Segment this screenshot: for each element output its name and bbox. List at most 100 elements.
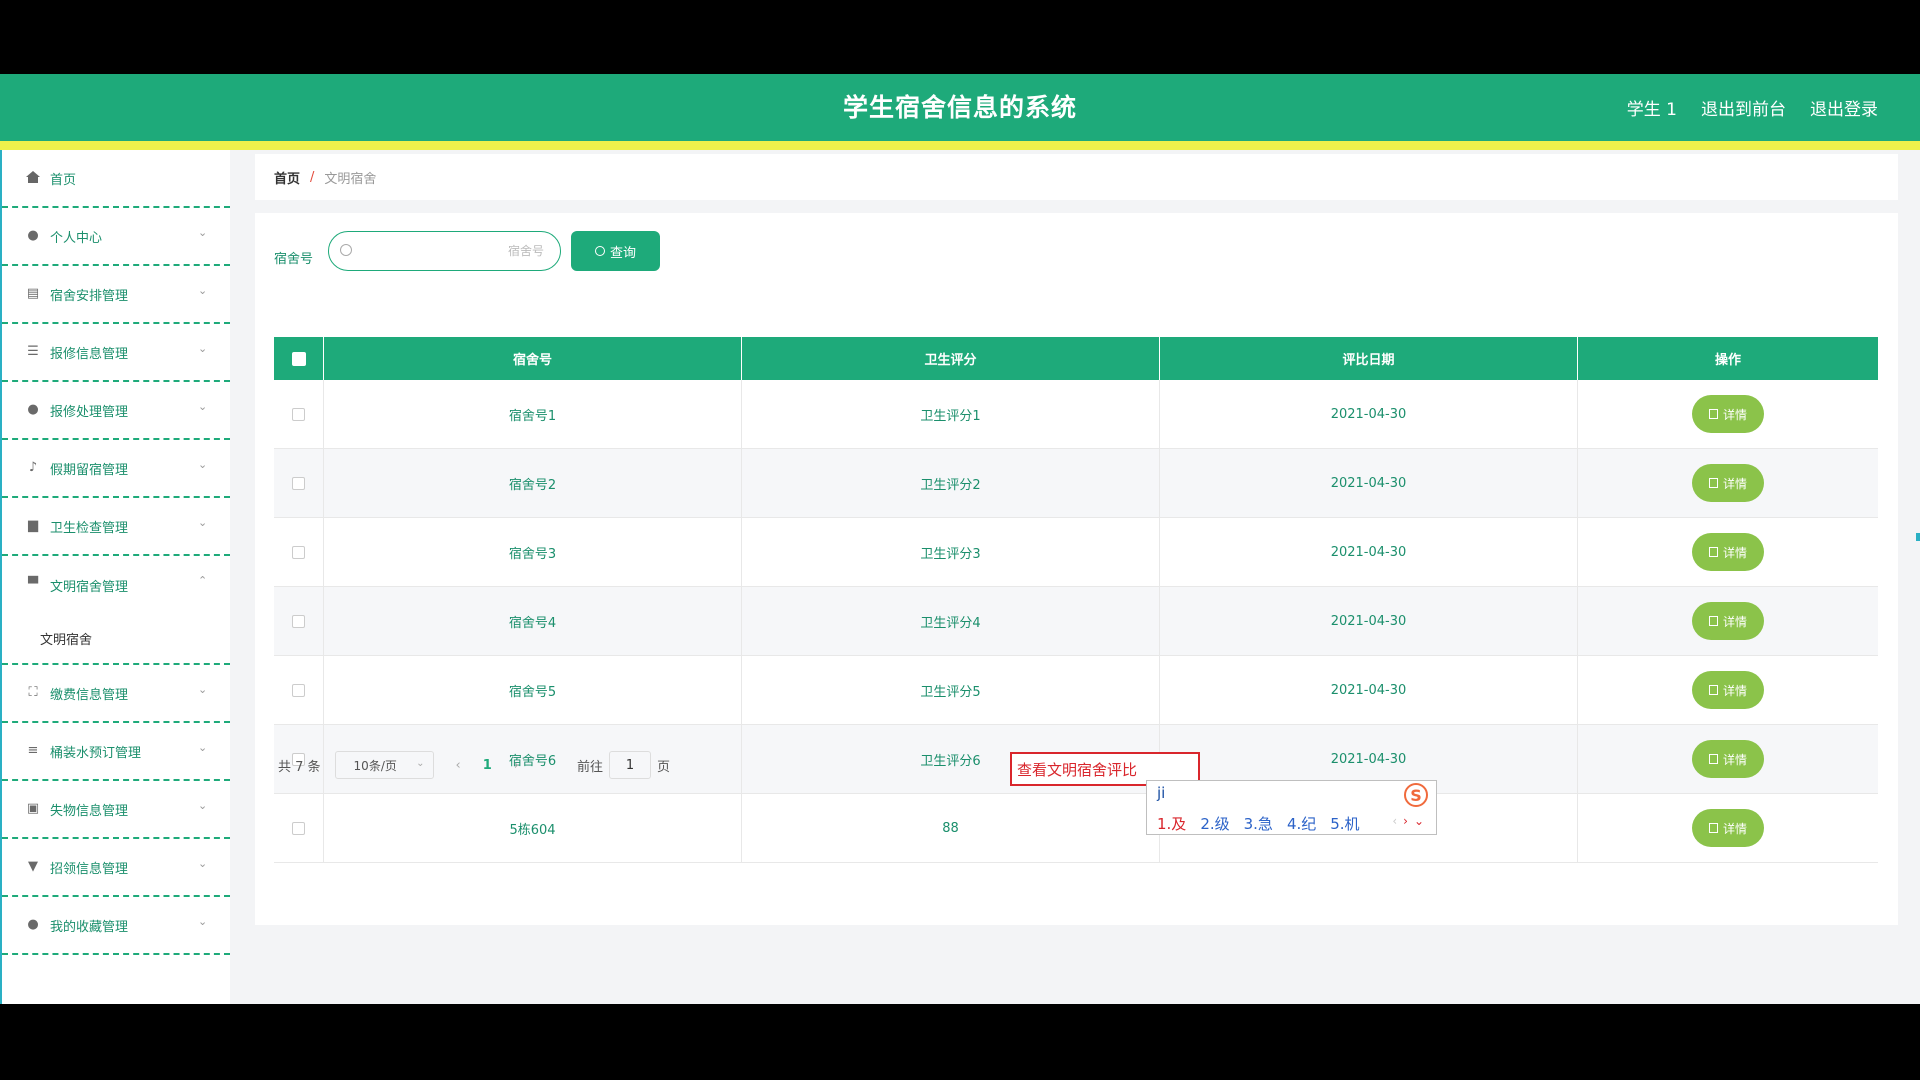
detail-button-label: 详情	[1722, 407, 1747, 422]
chevron-down-icon: ⌄	[198, 400, 208, 413]
cell-date: 2021-04-30	[1160, 449, 1578, 517]
breadcrumb-home[interactable]: 首页	[274, 168, 300, 187]
user-icon: ●	[27, 402, 39, 417]
row-checkbox[interactable]	[292, 407, 305, 421]
goto-label: 前往	[577, 759, 604, 775]
detail-button[interactable]: 详情	[1692, 809, 1764, 847]
header-actions: 学生 1 退出到前台 退出登录	[1627, 95, 1878, 120]
cell-score: 卫生评分4	[742, 587, 1160, 655]
detail-button[interactable]: 详情	[1692, 533, 1764, 571]
document-icon	[1708, 547, 1718, 557]
sidebar-item-payment[interactable]: ⛶ 缴费信息管理 ⌄	[2, 665, 230, 723]
sidebar-item-civilized-dorm[interactable]: ▀ 文明宿舍管理 ⌃	[2, 556, 230, 614]
column-header: 宿舍号	[324, 337, 742, 380]
document-icon	[1708, 754, 1718, 764]
sidebar-item-label: 我的收藏管理	[50, 919, 129, 935]
pagination: 共 7 条 10条/页 ⌄ ‹ 1 › 前往 1 页	[278, 751, 670, 779]
column-header: 操作	[1714, 353, 1741, 368]
chevron-down-icon: ⌄	[198, 857, 208, 870]
logout-link[interactable]: 退出登录	[1810, 95, 1878, 120]
expand-icon: ⛶	[28, 685, 38, 700]
sidebar-item-favorites[interactable]: ● 我的收藏管理 ⌄	[2, 897, 230, 955]
cell-room: 5栋604	[324, 794, 742, 862]
table-row: 5栋604 88 详情	[274, 794, 1878, 863]
column-header: 卫生评分	[742, 337, 1160, 380]
sidebar-item-repair-info[interactable]: ☰ 报修信息管理 ⌄	[2, 324, 230, 382]
sidebar-item-label: 报修处理管理	[50, 404, 129, 420]
pin-icon: ▼	[28, 859, 38, 874]
sidebar-item-hygiene-check[interactable]: ▆ 卫生检查管理 ⌄	[2, 498, 230, 556]
monitor-icon: ▀	[28, 577, 38, 592]
chevron-down-icon: ⌄	[198, 741, 208, 754]
chevron-down-icon: ⌄	[198, 226, 208, 239]
document-icon	[1708, 616, 1718, 626]
sogou-logo-icon: S	[1404, 783, 1428, 807]
breadcrumb: 首页 / 文明宿舍	[255, 154, 1898, 200]
cell-score: 卫生评分5	[742, 656, 1160, 724]
sidebar-item-repair-process[interactable]: ● 报修处理管理 ⌄	[2, 382, 230, 440]
table-row: 宿舍号2 卫生评分2 2021-04-30 详情	[274, 449, 1878, 518]
top-header: 学生宿舍信息的系统 学生 1 退出到前台 退出登录	[0, 74, 1920, 141]
next-page-icon[interactable]: ›	[514, 758, 519, 773]
sidebar-item-dorm-arrange[interactable]: ▤ 宿舍安排管理 ⌄	[2, 266, 230, 324]
detail-button[interactable]: 详情	[1692, 671, 1764, 709]
search-box[interactable]	[328, 231, 561, 271]
chevron-down-icon: ⌄	[198, 683, 208, 696]
search-label: 宿舍号	[274, 252, 314, 267]
row-checkbox[interactable]	[292, 545, 305, 559]
prev-page-icon[interactable]: ‹	[456, 758, 461, 773]
detail-button[interactable]: 详情	[1692, 602, 1764, 640]
user-icon: ●	[27, 228, 39, 243]
header-select-all[interactable]	[274, 337, 324, 380]
sidebar-item-water-order[interactable]: ≡ 桶装水预订管理 ⌄	[2, 723, 230, 781]
detail-button[interactable]: 详情	[1692, 740, 1764, 778]
briefcase-icon: ▆	[28, 518, 38, 533]
ime-candidate[interactable]: 1.及	[1157, 813, 1186, 834]
ime-more-icon[interactable]: ⌄	[1414, 814, 1424, 828]
ime-candidate-window: ji S 1.及 2.级 3.急 4.纪 5.机 ‹ › ⌄	[1146, 780, 1437, 835]
query-button[interactable]: 查询	[571, 231, 660, 271]
document-icon	[1708, 409, 1718, 419]
chevron-down-icon: ⌄	[198, 516, 208, 529]
sidebar-item-lost-items[interactable]: ▣ 失物信息管理 ⌄	[2, 781, 230, 839]
ime-prev-icon[interactable]: ‹	[1392, 814, 1397, 828]
table-header: 宿舍号 卫生评分 评比日期 操作	[274, 337, 1878, 380]
goto-page-input[interactable]: 1	[609, 751, 652, 779]
header-stripe	[0, 141, 1920, 150]
sidebar-item-label: 桶装水预订管理	[50, 745, 142, 761]
cell-date: 2021-04-30	[1160, 587, 1578, 655]
ime-candidate[interactable]: 3.急	[1244, 813, 1273, 834]
back-to-front-link[interactable]: 退出到前台	[1701, 95, 1786, 120]
table-row: 宿舍号3 卫生评分3 2021-04-30 详情	[274, 518, 1878, 587]
page-number[interactable]: 1	[483, 758, 492, 773]
detail-button-label: 详情	[1722, 752, 1747, 767]
chevron-down-icon: ⌄	[198, 458, 208, 471]
sidebar-item-home[interactable]: 首页	[2, 150, 230, 208]
detail-button[interactable]: 详情	[1692, 395, 1764, 433]
row-checkbox[interactable]	[292, 683, 305, 697]
row-checkbox[interactable]	[292, 476, 305, 490]
breadcrumb-current: 文明宿舍	[324, 171, 377, 187]
sidebar-item-personal-center[interactable]: ● 个人中心 ⌄	[2, 208, 230, 266]
select-all-checkbox[interactable]	[291, 351, 306, 366]
current-user[interactable]: 学生 1	[1627, 95, 1677, 120]
pagination-total: 共 7 条	[278, 759, 321, 775]
ime-candidate[interactable]: 2.级	[1200, 813, 1229, 834]
ime-candidate[interactable]: 4.纪	[1287, 813, 1316, 834]
sidebar-item-holiday-stay[interactable]: ♪ 假期留宿管理 ⌄	[2, 440, 230, 498]
search-input[interactable]	[359, 241, 544, 261]
column-header: 评比日期	[1160, 337, 1578, 380]
ime-next-icon[interactable]: ›	[1403, 814, 1408, 828]
cell-room: 宿舍号4	[324, 587, 742, 655]
row-checkbox[interactable]	[292, 821, 305, 835]
detail-button-label: 详情	[1722, 476, 1747, 491]
page-size-select[interactable]: 10条/页 ⌄	[334, 751, 434, 779]
sidebar-subitem-civilized-dorm[interactable]: 文明宿舍	[2, 614, 230, 665]
sidebar-item-found-items[interactable]: ▼ 招领信息管理 ⌄	[2, 839, 230, 897]
chart-icon: ▣	[26, 801, 40, 816]
sidebar-item-label: 卫生检查管理	[50, 520, 129, 536]
detail-button[interactable]: 详情	[1692, 464, 1764, 502]
ime-nav: ‹ › ⌄	[1392, 814, 1424, 828]
row-checkbox[interactable]	[292, 614, 305, 628]
ime-candidate[interactable]: 5.机	[1330, 813, 1359, 834]
